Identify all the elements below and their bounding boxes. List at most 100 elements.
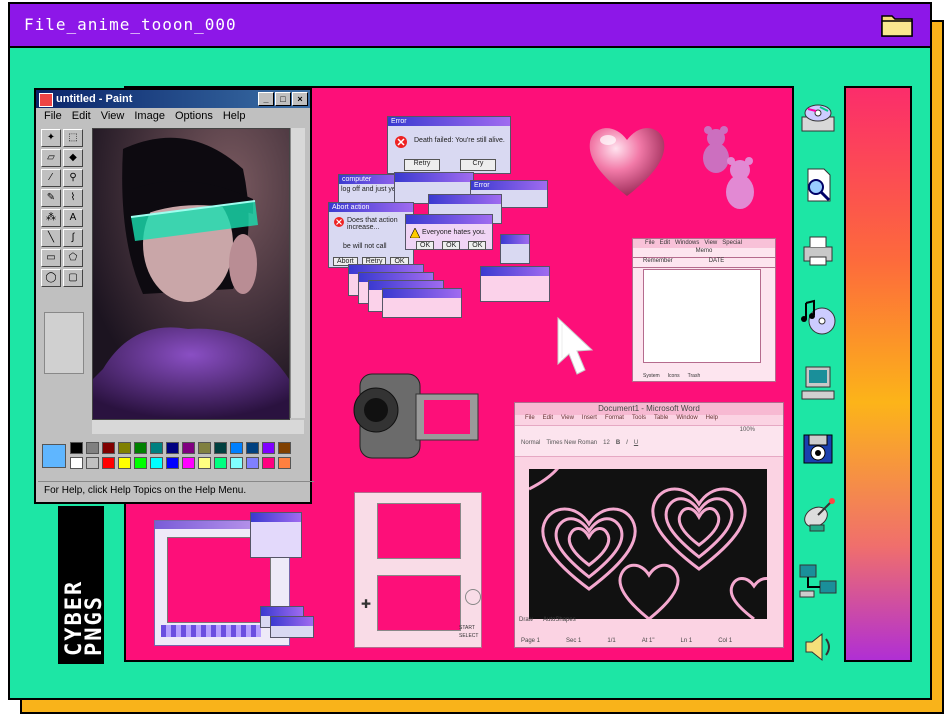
palette-swatch[interactable] bbox=[198, 457, 211, 469]
line-tool-icon[interactable]: ╲ bbox=[41, 229, 61, 247]
memo-menu-file[interactable]: File bbox=[645, 239, 655, 248]
close-button[interactable]: × bbox=[292, 92, 308, 106]
word-menu-window[interactable]: Window bbox=[676, 415, 697, 425]
curve-tool-icon[interactable]: ∫ bbox=[63, 229, 83, 247]
ds-start-label[interactable]: START bbox=[459, 625, 475, 631]
rounded-rect-tool-icon[interactable]: ▢ bbox=[63, 269, 83, 287]
speaker-icon[interactable] bbox=[798, 627, 838, 667]
memo-menu-view[interactable]: View bbox=[704, 239, 717, 248]
palette-swatch[interactable] bbox=[118, 442, 131, 454]
everyone-ok-3[interactable]: OK bbox=[468, 241, 487, 250]
word-menu-help[interactable]: Help bbox=[706, 415, 718, 425]
select-tool-icon[interactable]: ⬚ bbox=[63, 129, 83, 147]
camera-disk-icon[interactable] bbox=[798, 429, 838, 469]
palette-swatch[interactable] bbox=[230, 442, 243, 454]
memo-menu-edit[interactable]: Edit bbox=[660, 239, 670, 248]
minimize-button[interactable]: _ bbox=[258, 92, 274, 106]
horizontal-scrollbar[interactable] bbox=[92, 420, 304, 434]
palette-swatch[interactable] bbox=[246, 442, 259, 454]
palette-swatch[interactable] bbox=[102, 457, 115, 469]
music-cd-icon[interactable] bbox=[798, 297, 838, 337]
menu-file[interactable]: File bbox=[44, 108, 62, 124]
document-search-icon[interactable] bbox=[798, 165, 838, 205]
palette-swatch[interactable] bbox=[198, 442, 211, 454]
retry-button[interactable]: Retry bbox=[404, 159, 440, 171]
memo-menu-special[interactable]: Special bbox=[722, 239, 742, 248]
ellipse-tool-icon[interactable]: ◯ bbox=[41, 269, 61, 287]
magnifier-tool-icon[interactable]: ⚲ bbox=[63, 169, 83, 187]
palette-swatch[interactable] bbox=[166, 457, 179, 469]
ds-action-buttons[interactable] bbox=[465, 589, 481, 605]
network-icon[interactable] bbox=[798, 561, 838, 601]
dpad-icon[interactable]: ✚ bbox=[361, 597, 371, 611]
palette-swatch[interactable] bbox=[214, 442, 227, 454]
rectangle-tool-icon[interactable]: ▭ bbox=[41, 249, 61, 267]
cd-drive-icon[interactable] bbox=[798, 99, 838, 139]
zoom-select[interactable]: 100% bbox=[740, 427, 755, 433]
palette-swatch[interactable] bbox=[118, 457, 131, 469]
memo-body[interactable] bbox=[643, 269, 761, 363]
menu-view[interactable]: View bbox=[101, 108, 125, 124]
palette-swatch[interactable] bbox=[150, 442, 163, 454]
italic-button[interactable]: I bbox=[626, 440, 628, 446]
brush-tool-icon[interactable]: ⌇ bbox=[63, 189, 83, 207]
palette-swatch[interactable] bbox=[166, 442, 179, 454]
word-menu-table[interactable]: Table bbox=[654, 415, 668, 425]
palette-swatch[interactable] bbox=[70, 457, 83, 469]
draw-menu[interactable]: Draw bbox=[519, 617, 533, 623]
airbrush-tool-icon[interactable]: ⁂ bbox=[41, 209, 61, 227]
everyone-ok-1[interactable]: OK bbox=[416, 241, 435, 250]
paint-canvas[interactable] bbox=[92, 128, 290, 420]
picker-tool-icon[interactable]: ⁄ bbox=[41, 169, 61, 187]
word-document-area[interactable] bbox=[529, 469, 767, 619]
menu-options[interactable]: Options bbox=[175, 108, 213, 124]
menu-edit[interactable]: Edit bbox=[72, 108, 91, 124]
palette-swatch[interactable] bbox=[182, 442, 195, 454]
palette-swatch[interactable] bbox=[230, 457, 243, 469]
palette-swatch[interactable] bbox=[102, 442, 115, 454]
palette-swatch[interactable] bbox=[214, 457, 227, 469]
fill-tool-icon[interactable]: ◆ bbox=[63, 149, 83, 167]
palette-swatch[interactable] bbox=[134, 457, 147, 469]
memo-system-icon[interactable]: System bbox=[643, 373, 660, 379]
maximize-button[interactable]: □ bbox=[275, 92, 291, 106]
font-select[interactable]: Times New Roman bbox=[546, 440, 597, 446]
everyone-ok-2[interactable]: OK bbox=[442, 241, 461, 250]
word-menu-edit[interactable]: Edit bbox=[543, 415, 553, 425]
palette-swatch[interactable] bbox=[246, 457, 259, 469]
palette-swatch[interactable] bbox=[134, 442, 147, 454]
ds-bottom-screen[interactable] bbox=[377, 575, 461, 631]
word-menu-tools[interactable]: Tools bbox=[632, 415, 646, 425]
tool-options-box[interactable] bbox=[44, 312, 84, 374]
text-tool-icon[interactable]: A bbox=[63, 209, 83, 227]
word-menu-insert[interactable]: Insert bbox=[582, 415, 597, 425]
vertical-scrollbar[interactable] bbox=[290, 128, 305, 418]
word-menu-file[interactable]: File bbox=[525, 415, 535, 425]
palette-swatch[interactable] bbox=[86, 442, 99, 454]
bold-button[interactable]: B bbox=[616, 440, 620, 446]
free-select-tool-icon[interactable]: ✦ bbox=[41, 129, 61, 147]
word-menu-format[interactable]: Format bbox=[605, 415, 624, 425]
eraser-tool-icon[interactable]: ▱ bbox=[41, 149, 61, 167]
menu-image[interactable]: Image bbox=[134, 108, 165, 124]
printer-icon[interactable] bbox=[798, 231, 838, 271]
font-size-select[interactable]: 12 bbox=[603, 440, 610, 446]
underline-button[interactable]: U bbox=[634, 440, 638, 446]
style-select[interactable]: Normal bbox=[521, 440, 540, 446]
palette-swatch[interactable] bbox=[182, 457, 195, 469]
ds-select-label[interactable]: SELECT bbox=[459, 633, 478, 639]
folder-icon[interactable] bbox=[880, 10, 914, 38]
palette-swatch[interactable] bbox=[278, 442, 291, 454]
memo-icons-icon[interactable]: Icons bbox=[668, 373, 680, 379]
pencil-tool-icon[interactable]: ✎ bbox=[41, 189, 61, 207]
palette-swatch[interactable] bbox=[262, 457, 275, 469]
computer-icon[interactable] bbox=[798, 363, 838, 403]
palette-swatch[interactable] bbox=[262, 442, 275, 454]
memo-trash-icon[interactable]: Trash bbox=[688, 373, 701, 379]
memo-menu-windows[interactable]: Windows bbox=[675, 239, 699, 248]
cry-button[interactable]: Cry bbox=[460, 159, 496, 171]
palette-swatch[interactable] bbox=[150, 457, 163, 469]
satellite-icon[interactable] bbox=[798, 495, 838, 535]
autoshapes-menu[interactable]: AutoShapes bbox=[543, 617, 576, 623]
word-menu-view[interactable]: View bbox=[561, 415, 574, 425]
